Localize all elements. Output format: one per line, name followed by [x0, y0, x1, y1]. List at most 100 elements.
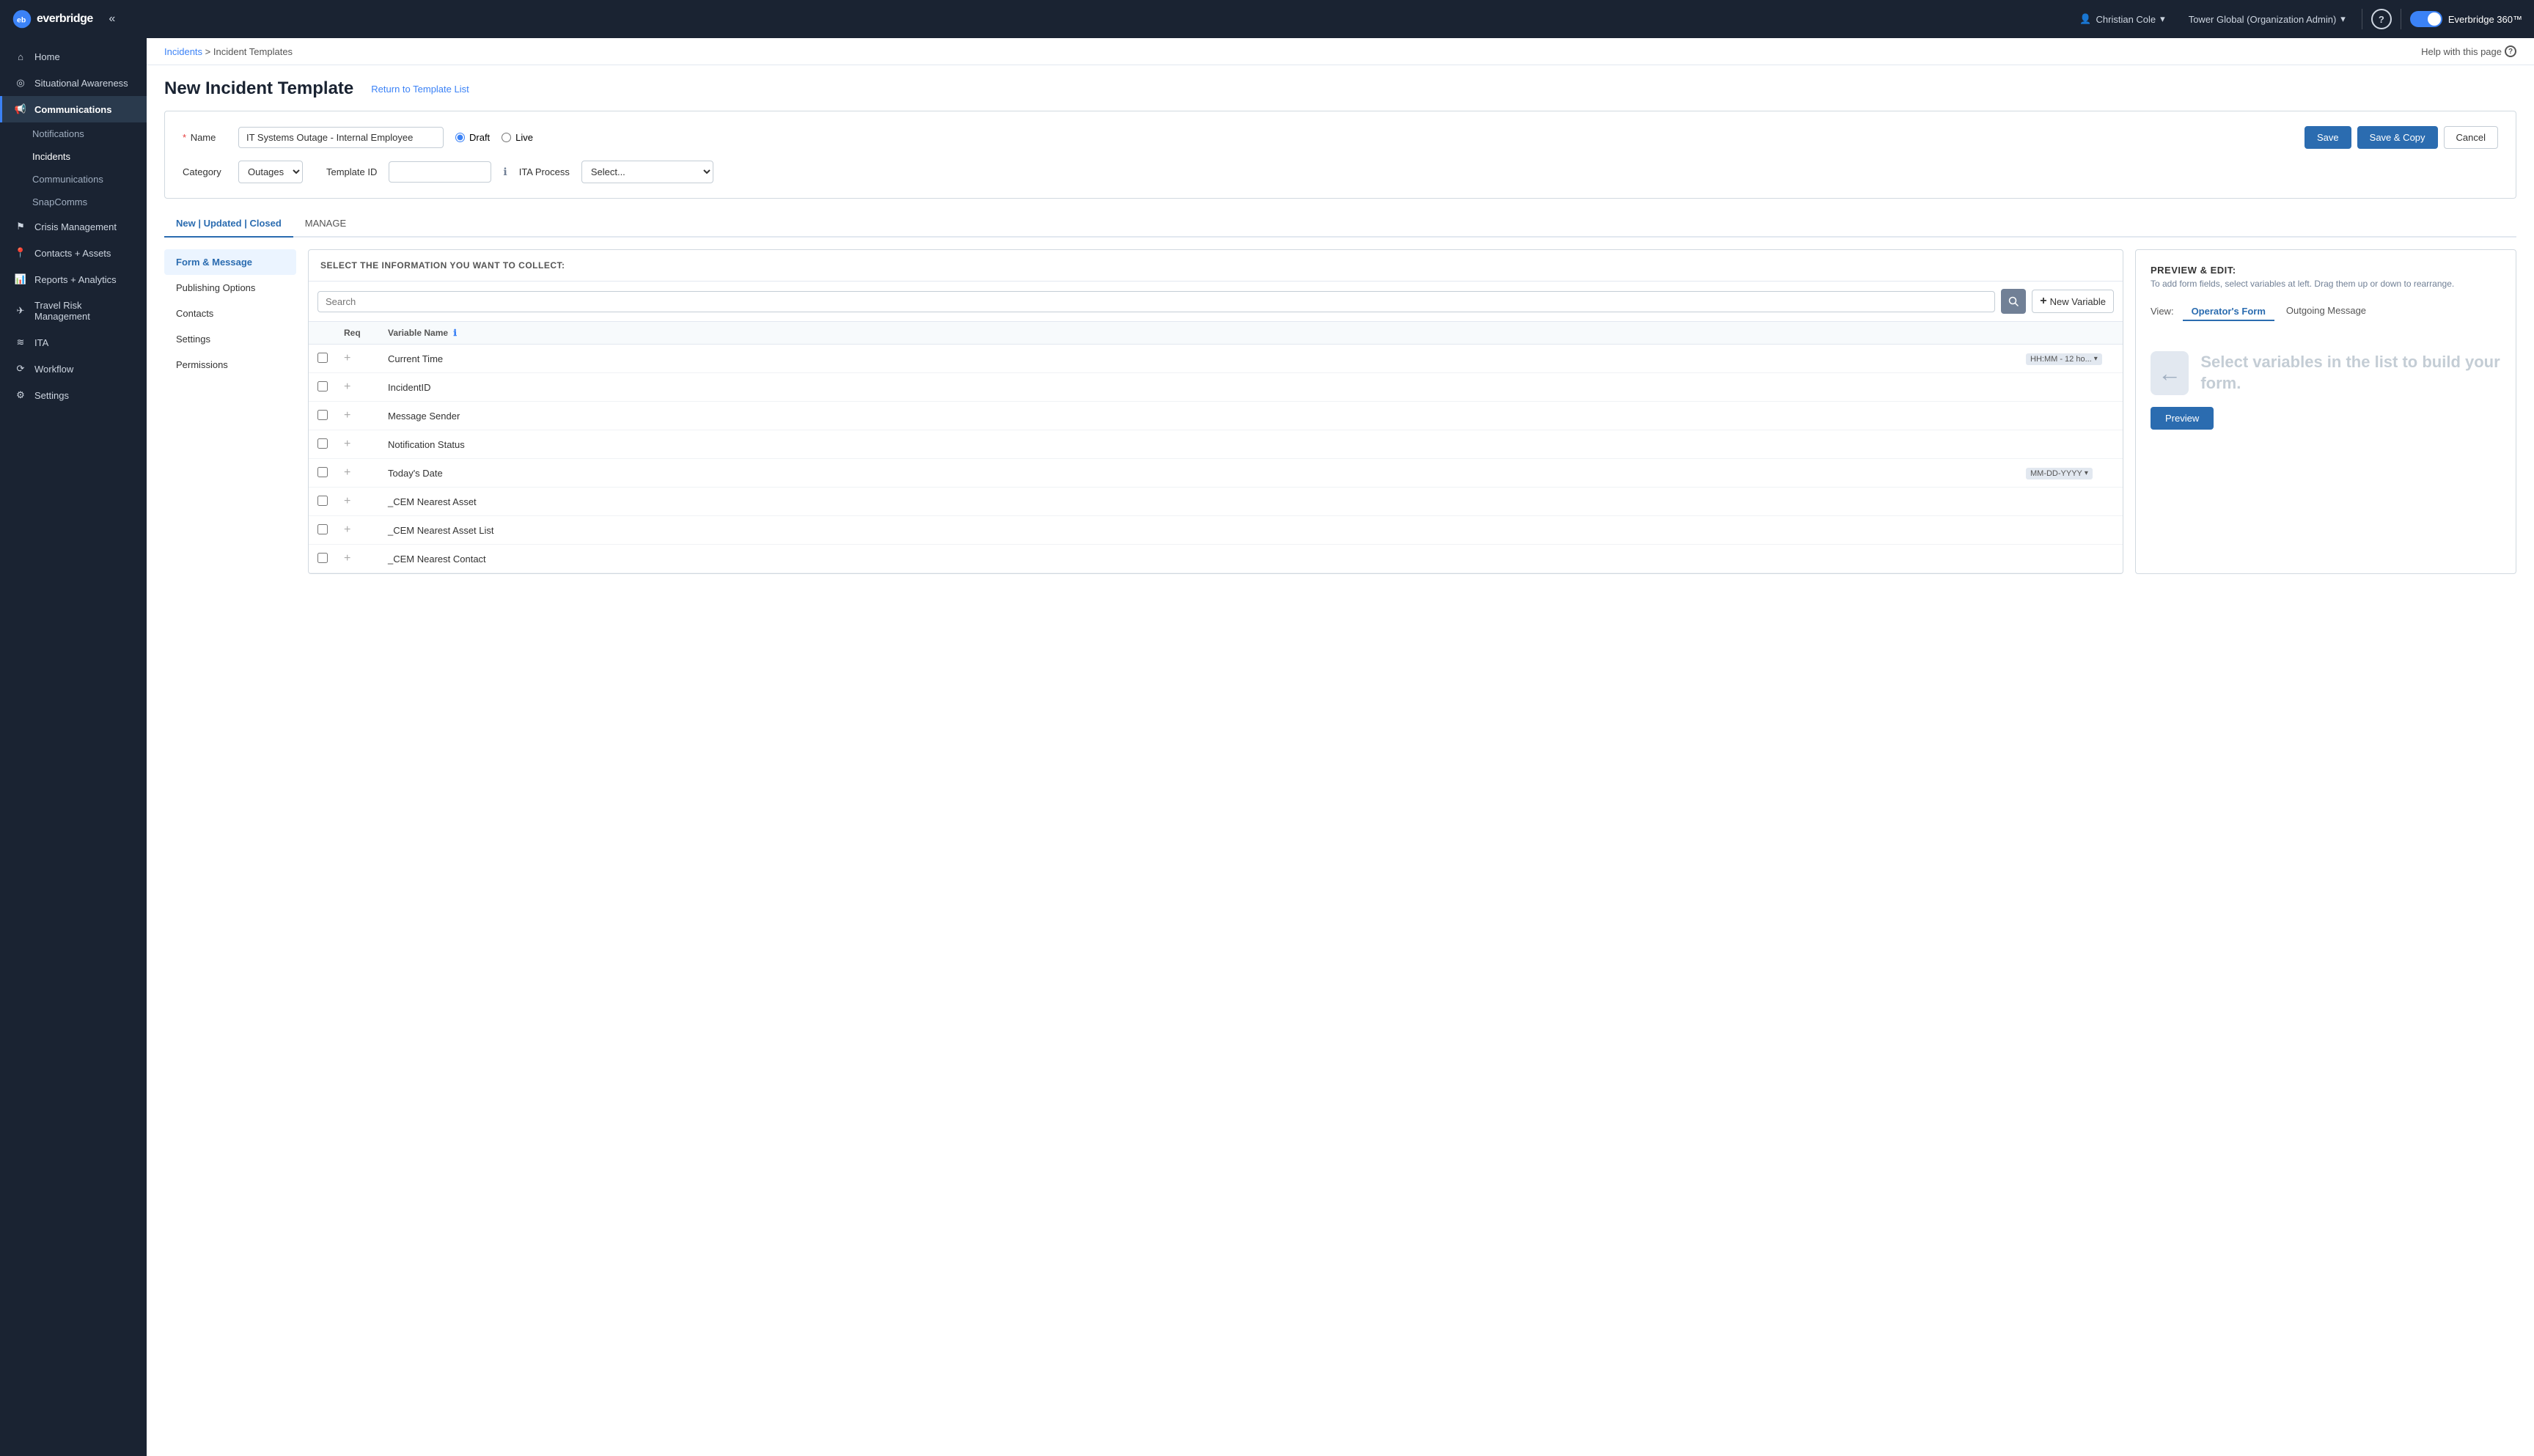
variable-name-column-header: Variable Name ℹ: [388, 328, 2026, 338]
var-checkbox-message-sender[interactable]: [317, 410, 328, 420]
name-label: * Name: [183, 132, 227, 143]
var-checkbox-incident-id[interactable]: [317, 381, 328, 391]
name-input[interactable]: [238, 127, 444, 148]
view-label: View:: [2151, 306, 2174, 317]
var-checkbox-current-time[interactable]: [317, 353, 328, 363]
variables-panel: SELECT THE INFORMATION YOU WANT TO COLLE…: [308, 249, 2123, 574]
left-nav-permissions[interactable]: Permissions: [164, 352, 296, 378]
var-checkbox-cem-nearest-asset[interactable]: [317, 496, 328, 506]
plus-icon: +: [2040, 295, 2046, 308]
ita-process-info-icon: ℹ: [503, 166, 507, 178]
var-name-cem-nearest-asset: _CEM Nearest Asset: [388, 496, 2026, 507]
live-radio[interactable]: Live: [502, 132, 533, 143]
sidebar-item-situational-awareness[interactable]: ◎ Situational Awareness: [0, 70, 147, 96]
sidebar-sub-item-notifications[interactable]: Notifications: [0, 122, 147, 145]
settings-icon: ⚙: [14, 389, 27, 401]
help-button[interactable]: ?: [2371, 9, 2392, 29]
return-to-template-list-link[interactable]: Return to Template List: [371, 84, 469, 95]
sidebar-item-ita[interactable]: ≋ ITA: [0, 329, 147, 356]
left-nav-contacts[interactable]: Contacts: [164, 301, 296, 326]
user-menu[interactable]: 👤 Christian Cole ▾: [2072, 10, 2172, 28]
sidebar-item-settings[interactable]: ⚙ Settings: [0, 382, 147, 408]
sidebar-sub-item-snapcomms[interactable]: SnapComms: [0, 191, 147, 213]
main-tabs: New | Updated | Closed MANAGE: [164, 210, 2516, 238]
live-radio-input[interactable]: [502, 133, 511, 142]
sidebar-item-reports-analytics[interactable]: 📊 Reports + Analytics: [0, 266, 147, 293]
new-variable-button[interactable]: + New Variable: [2032, 290, 2114, 313]
var-badge-current-time[interactable]: HH:MM - 12 ho... ▾: [2026, 353, 2102, 365]
var-name-message-sender: Message Sender: [388, 411, 2026, 422]
search-button[interactable]: [2001, 289, 2026, 314]
sidebar-item-crisis-management[interactable]: ⚑ Crisis Management: [0, 213, 147, 240]
main-content: Incidents > Incident Templates Help with…: [147, 38, 2534, 1456]
sidebar-item-workflow[interactable]: ⟳ Workflow: [0, 356, 147, 382]
breadcrumb-parent[interactable]: Incidents: [164, 46, 202, 57]
sidebar-item-travel-risk[interactable]: ✈ Travel Risk Management: [0, 293, 147, 329]
form-panel: * Name Draft Live Save Save & C: [164, 111, 2516, 199]
var-badge-todays-date[interactable]: MM-DD-YYYY ▾: [2026, 468, 2093, 479]
breadcrumb-separator: >: [205, 46, 213, 57]
communications-icon: 📢: [14, 103, 27, 115]
drag-handle-message-sender[interactable]: +: [344, 409, 350, 422]
view-tab-outgoing-message[interactable]: Outgoing Message: [2277, 301, 2375, 322]
left-nav-form-message[interactable]: Form & Message: [164, 249, 296, 275]
sidebar-sub-item-communications[interactable]: Communications: [0, 168, 147, 191]
app-body: ⌂ Home ◎ Situational Awareness 📢 Communi…: [0, 38, 2534, 1456]
help-with-page[interactable]: Help with this page ?: [2421, 45, 2516, 57]
var-name-incident-id: IncidentID: [388, 382, 2026, 393]
variables-search-input[interactable]: [317, 291, 1995, 312]
crisis-management-icon: ⚑: [14, 221, 27, 232]
org-menu[interactable]: Tower Global (Organization Admin) ▾: [2181, 10, 2353, 28]
left-nav-publishing-options[interactable]: Publishing Options: [164, 275, 296, 301]
var-name-todays-date: Today's Date: [388, 468, 2026, 479]
preview-button[interactable]: Preview: [2151, 407, 2214, 430]
template-id-input[interactable]: [389, 161, 491, 183]
draft-radio[interactable]: Draft: [455, 132, 490, 143]
var-checkbox-todays-date[interactable]: [317, 467, 328, 477]
drag-handle-cem-nearest-contact[interactable]: +: [344, 552, 350, 565]
view-tab-operators-form[interactable]: Operator's Form: [2183, 301, 2274, 321]
page-header: New Incident Template Return to Template…: [147, 65, 2534, 99]
preview-empty-text: Select variables in the list to build yo…: [2200, 352, 2501, 394]
page-title: New Incident Template: [164, 78, 353, 99]
help-page-icon: ?: [2505, 45, 2516, 57]
preview-empty-content: ← Select variables in the list to build …: [2151, 351, 2501, 395]
sidebar-sub-item-incidents[interactable]: Incidents: [0, 145, 147, 168]
var-name-cem-nearest-asset-list: _CEM Nearest Asset List: [388, 525, 2026, 536]
nav-collapse-button[interactable]: «: [102, 9, 122, 29]
save-copy-button[interactable]: Save & Copy: [2357, 126, 2438, 149]
drag-handle-cem-nearest-asset[interactable]: +: [344, 495, 350, 507]
var-checkbox-notification-status[interactable]: [317, 438, 328, 449]
left-navigation: Form & Message Publishing Options Contac…: [164, 249, 296, 574]
preview-subtitle: To add form fields, select variables at …: [2151, 279, 2501, 289]
var-checkbox-cem-nearest-asset-list[interactable]: [317, 524, 328, 534]
drag-handle-notification-status[interactable]: +: [344, 438, 350, 450]
var-name-info-icon: ℹ: [453, 328, 457, 338]
toggle-switch[interactable]: [2410, 11, 2442, 27]
everbridge360-toggle[interactable]: Everbridge 360™: [2410, 11, 2522, 27]
cancel-button[interactable]: Cancel: [2444, 126, 2498, 149]
sidebar-item-contacts-assets[interactable]: 📍 Contacts + Assets: [0, 240, 147, 266]
ita-process-select[interactable]: Select...: [581, 161, 713, 183]
drag-handle-cem-nearest-asset-list[interactable]: +: [344, 523, 350, 536]
situational-awareness-icon: ◎: [14, 77, 27, 89]
category-select[interactable]: Outages: [238, 161, 303, 183]
breadcrumb-current: Incident Templates: [213, 46, 293, 57]
sidebar-item-home[interactable]: ⌂ Home: [0, 44, 147, 70]
view-tabs: View: Operator's Form Outgoing Message: [2151, 301, 2501, 322]
var-checkbox-cem-nearest-contact[interactable]: [317, 553, 328, 563]
drag-handle-incident-id[interactable]: +: [344, 380, 350, 393]
required-indicator: *: [183, 132, 186, 143]
save-button[interactable]: Save: [2305, 126, 2351, 149]
sidebar-item-communications[interactable]: 📢 Communications: [0, 96, 147, 122]
draft-radio-input[interactable]: [455, 133, 465, 142]
drag-handle-todays-date[interactable]: +: [344, 466, 350, 479]
var-row-todays-date: + Today's Date MM-DD-YYYY ▾: [309, 459, 2123, 488]
tab-new-updated-closed[interactable]: New | Updated | Closed: [164, 210, 293, 238]
drag-handle-current-time[interactable]: +: [344, 352, 350, 364]
app-logo[interactable]: eb everbridge: [12, 9, 93, 29]
var-row-incident-id: + IncidentID: [309, 373, 2123, 402]
tab-manage[interactable]: MANAGE: [293, 210, 358, 238]
var-name-notification-status: Notification Status: [388, 439, 2026, 450]
left-nav-settings[interactable]: Settings: [164, 326, 296, 352]
